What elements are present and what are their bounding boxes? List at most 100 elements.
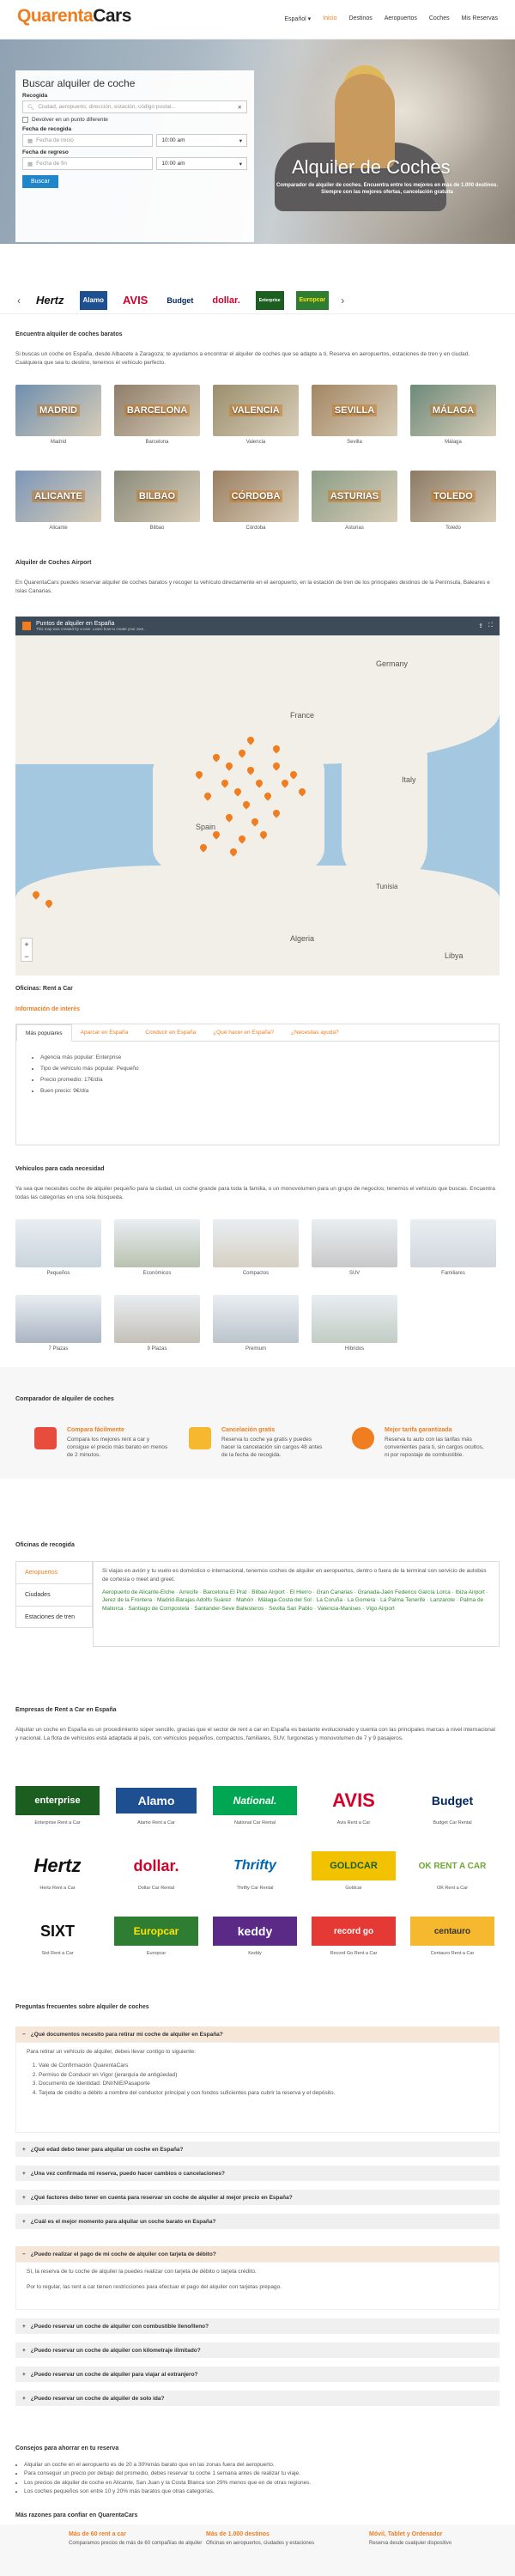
vehicle-category-image[interactable] (312, 1219, 397, 1267)
city-tile-6[interactable]: ALICANTE (15, 471, 101, 522)
brand-logo-dollar[interactable]: dollar. (209, 291, 243, 310)
company-caption[interactable]: Dollar Car Rental (114, 1886, 198, 1891)
vehicle-category-caption[interactable]: Híbridos (312, 1346, 397, 1352)
company-caption[interactable]: Alamo Rent a Car (114, 1820, 198, 1826)
brand-logo-europcar[interactable]: Europcar (295, 290, 330, 310)
city-tile-4[interactable]: SEVILLA (312, 385, 397, 436)
company-logo[interactable]: keddy (213, 1917, 297, 1946)
fullscreen-icon[interactable]: ⛶ (488, 623, 493, 629)
faq-question[interactable]: + ¿Puedo reservar un coche de alquiler co… (15, 2342, 500, 2358)
faq-question[interactable]: + ¿Una vez confirmada mi reserva, puedo h… (15, 2166, 500, 2181)
tab-ayuda[interactable]: ¿Necesitas ayuda? (282, 1024, 348, 1041)
brand-logo-budget[interactable]: Budget (163, 291, 197, 310)
company-logo[interactable]: SIXT (15, 1917, 100, 1946)
faq-question[interactable]: + ¿Qué factores debo tener en cuenta para… (15, 2190, 500, 2205)
company-logo[interactable]: centauro (410, 1917, 494, 1946)
vehicle-category-caption[interactable]: 7 Plazas (15, 1346, 101, 1352)
company-logo[interactable]: dollar. (114, 1851, 198, 1880)
city-tile-9[interactable]: ASTURIAS (312, 471, 397, 522)
faq-question[interactable]: + ¿Qué edad debo tener para alquilar un c… (15, 2142, 500, 2157)
pickup-location-input[interactable]: 🔍︎ Ciudad, aeropuerto, dirección, estació… (22, 100, 247, 113)
city-caption[interactable]: Asturias (312, 526, 397, 531)
faq-question[interactable]: + ¿Puedo reservar un coche de alquiler co… (15, 2318, 500, 2334)
company-caption[interactable]: Europcar (114, 1951, 198, 1956)
company-logo[interactable]: GOLDCAR (312, 1851, 396, 1880)
city-caption[interactable]: Valencia (213, 440, 299, 445)
company-logo[interactable]: AVIS (312, 1786, 396, 1815)
pickup-time-select[interactable]: 10:00 am ▾ (156, 134, 247, 147)
city-caption[interactable]: Málaga (410, 440, 496, 445)
search-button[interactable]: Buscar (22, 175, 58, 188)
tab-aparcar[interactable]: Aparcar en España (72, 1024, 137, 1041)
nav-aeropuertos[interactable]: Aeropuertos (385, 15, 417, 22)
city-tile-3[interactable]: VALENCIA (213, 385, 299, 436)
airport-links[interactable]: Aeropuerto de Alicante-Elche · Arrecife … (102, 1589, 490, 1613)
company-caption[interactable]: Keddy (213, 1951, 297, 1956)
nav-destinos[interactable]: Destinos (348, 15, 372, 22)
company-caption[interactable]: Hertz Rent a Car (15, 1886, 100, 1891)
brand-logo-hertz[interactable]: Hertz (33, 291, 68, 310)
faq-question[interactable]: + ¿Puedo reservar un coche de alquiler pa… (15, 2366, 500, 2382)
faq-question-debit[interactable]: − ¿Puedo realizar el pago de mi coche de … (15, 2246, 500, 2262)
vehicle-category-caption[interactable]: SUV (312, 1271, 397, 1276)
brand-logo-alamo[interactable]: Alamo (79, 290, 107, 310)
map-zoom-controls[interactable]: + − (21, 938, 33, 962)
company-logo[interactable]: Europcar (114, 1917, 198, 1946)
company-logo[interactable]: Alamo (114, 1786, 198, 1815)
city-tile-7[interactable]: BILBAO (114, 471, 200, 522)
brand-logo-avis[interactable]: AVIS (119, 291, 151, 310)
vehicle-category-caption[interactable]: Premium (213, 1346, 299, 1352)
vehicle-category-image[interactable] (114, 1219, 200, 1267)
tab-ciudades[interactable]: Ciudades (15, 1583, 93, 1606)
city-tile-8[interactable]: CÓRDOBA (213, 471, 299, 522)
return-checkbox[interactable] (22, 117, 28, 123)
tab-estaciones[interactable]: Estaciones de tren (15, 1606, 93, 1628)
clear-icon[interactable]: ✕ (238, 104, 242, 111)
return-time-select[interactable]: 10:00 am ▾ (156, 157, 247, 170)
city-tile-2[interactable]: BARCELONA (114, 385, 200, 436)
tab-que-hacer[interactable]: ¿Qué hacer en España? (204, 1024, 282, 1041)
company-caption[interactable]: Thrifty Car Rental (213, 1886, 297, 1891)
vehicle-category-caption[interactable]: Familiares (410, 1271, 496, 1276)
company-logo[interactable]: record go (312, 1917, 396, 1946)
brand-logo-enterprise[interactable]: Enterprise (255, 290, 284, 310)
city-tile-1[interactable]: MADRID (15, 385, 101, 436)
chevron-right-icon[interactable]: › (341, 295, 344, 307)
tab-aeropuertos[interactable]: Aeropuertos (15, 1561, 93, 1583)
vehicle-category-image[interactable] (410, 1219, 496, 1267)
company-caption[interactable]: Record Go Rent a Car (312, 1951, 396, 1956)
vehicle-category-caption[interactable]: Económicos (114, 1271, 200, 1276)
rental-points-map[interactable]: Puntos de alquiler en España This map was… (15, 617, 500, 975)
nav-language[interactable]: Español ▾ (284, 15, 311, 22)
nav-mis-reservas[interactable]: Mis Reservas (462, 15, 498, 22)
chevron-left-icon[interactable]: ‹ (17, 295, 21, 307)
company-logo[interactable]: enterprise (15, 1786, 100, 1815)
vehicle-category-image[interactable] (15, 1295, 101, 1343)
nav-inicio[interactable]: Inicio (323, 15, 336, 22)
vehicle-category-caption[interactable]: Pequeños (15, 1271, 101, 1276)
faq-question[interactable]: + ¿Cuál es el mejor momento para alquilar… (15, 2214, 500, 2229)
nav-coches[interactable]: Coches (429, 15, 450, 22)
company-logo[interactable]: Thrifty (213, 1851, 297, 1880)
company-caption[interactable]: Goldcar (312, 1886, 396, 1891)
city-caption[interactable]: Toledo (410, 526, 496, 531)
vehicle-category-caption[interactable]: 9 Plazas (114, 1346, 200, 1352)
company-caption[interactable]: Sixt Rent a Car (15, 1951, 100, 1956)
company-caption[interactable]: Avis Rent a Car (312, 1820, 396, 1826)
company-caption[interactable]: OK Rent a Car (410, 1886, 494, 1891)
company-caption[interactable]: Enterprise Rent a Car (15, 1820, 100, 1826)
tab-mas-populares[interactable]: Más populares (16, 1024, 72, 1042)
city-caption[interactable]: Alicante (15, 526, 101, 531)
company-caption[interactable]: National Car Rental (213, 1820, 297, 1826)
city-caption[interactable]: Barcelona (114, 440, 200, 445)
city-caption[interactable]: Sevilla (312, 440, 397, 445)
tab-conducir[interactable]: Conducir en España (136, 1024, 204, 1041)
vehicle-category-image[interactable] (114, 1295, 200, 1343)
pickup-date-input[interactable]: ▦ Fecha de inicio (22, 134, 154, 147)
city-tile-10[interactable]: TOLEDO (410, 471, 496, 522)
vehicle-category-image[interactable] (213, 1219, 299, 1267)
logo[interactable]: QuarentaCars (17, 6, 131, 27)
vehicle-category-caption[interactable]: Compactos (213, 1271, 299, 1276)
city-tile-5[interactable]: MÁLAGA (410, 385, 496, 436)
faq-question[interactable]: + ¿Puedo reservar un coche de alquiler de… (15, 2391, 500, 2406)
